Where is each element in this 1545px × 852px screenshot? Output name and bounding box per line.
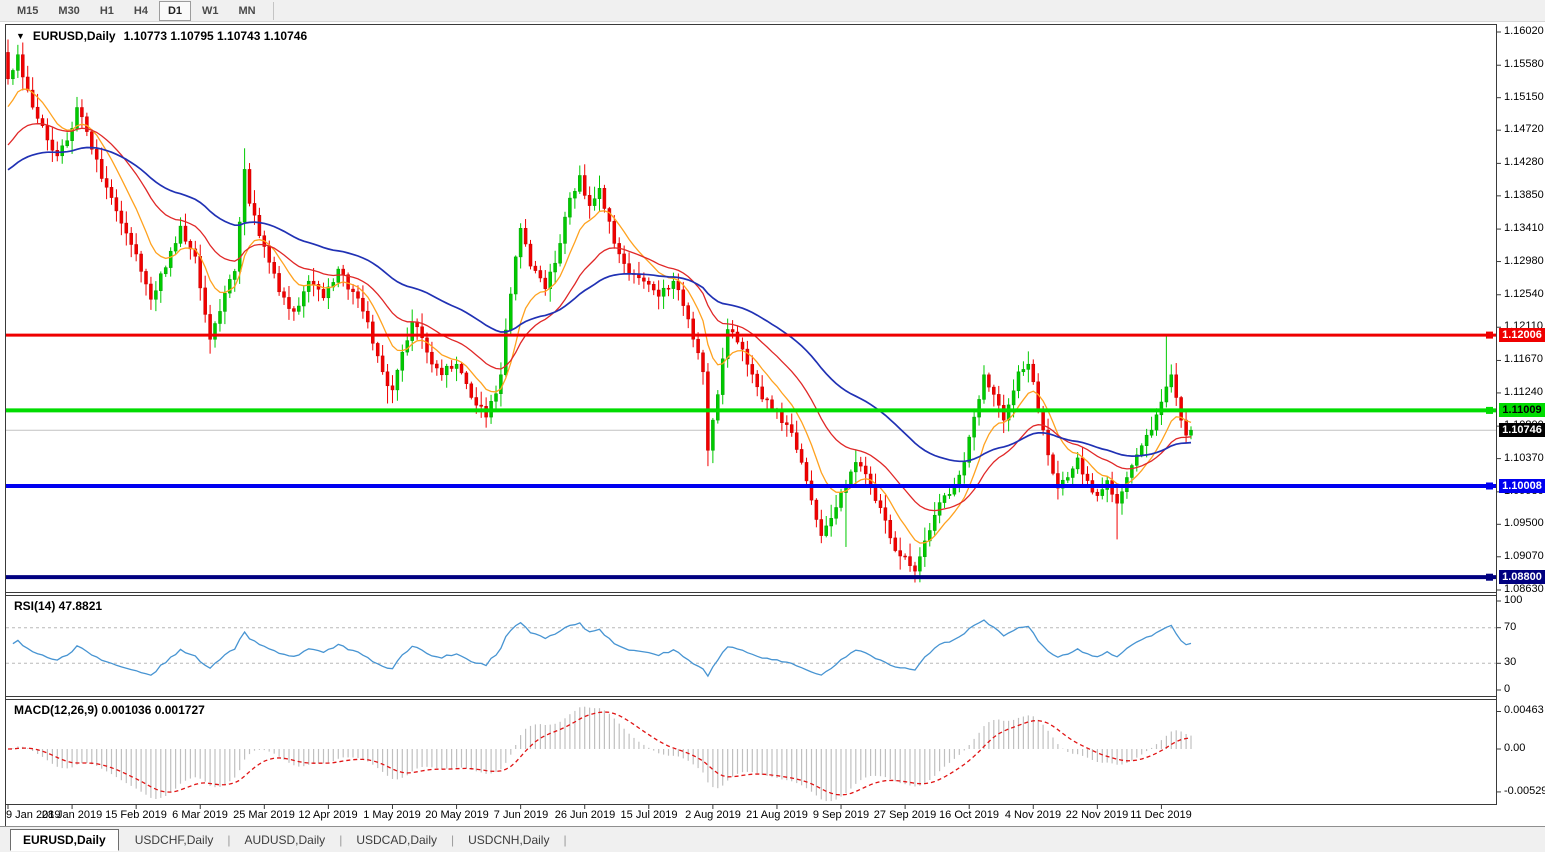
hline-price-badge: 1.08800	[1499, 570, 1545, 584]
macd-tick-label: 0.00	[1504, 742, 1525, 754]
date-axis-label: 26 Jun 2019	[555, 809, 616, 821]
chart-symbol-label: EURUSD,Daily	[33, 29, 116, 43]
timeframe-toolbar: M15M30H1H4D1W1MN	[0, 0, 1545, 22]
price-tick-label: 1.16020	[1504, 25, 1544, 37]
rsi-tick-label: 100	[1504, 594, 1522, 606]
rsi-indicator-label: RSI(14) 47.8821	[14, 599, 102, 613]
timeframe-button-d1[interactable]: D1	[159, 1, 191, 21]
timeframe-button-h1[interactable]: H1	[91, 1, 123, 21]
collapse-chart-icon[interactable]: ▼	[16, 31, 25, 41]
chart-window-border	[6, 25, 1497, 805]
macd-histogram	[8, 707, 1191, 801]
date-axis-label: 25 Mar 2019	[233, 809, 295, 821]
macd-tick-label: -0.005299	[1504, 785, 1545, 797]
price-tick-label: 1.15580	[1504, 58, 1544, 70]
price-tick-label: 1.15150	[1504, 91, 1544, 103]
chart-tab-usdcnh[interactable]: USDCNH,Daily	[456, 830, 561, 850]
chart-tab-usdcad[interactable]: USDCAD,Daily	[344, 830, 449, 850]
date-axis-label: 27 Sep 2019	[874, 809, 936, 821]
price-tick-label: 1.10370	[1504, 452, 1544, 464]
macd-tick-label: 0.00463	[1504, 704, 1544, 716]
candlesticks	[7, 40, 1193, 583]
date-axis-label: 6 Mar 2019	[172, 809, 228, 821]
macd-indicator-label: MACD(12,26,9) 0.001036 0.001727	[14, 703, 205, 717]
hline-resistance-red-handle[interactable]	[1486, 332, 1493, 339]
price-tick-label: 1.09500	[1504, 517, 1544, 529]
rsi-tick-label: 70	[1504, 621, 1516, 633]
price-tick-label: 1.13410	[1504, 222, 1544, 234]
price-tick-label: 1.14280	[1504, 156, 1544, 168]
tab-separator: |	[561, 833, 568, 847]
timeframe-button-m15[interactable]: M15	[8, 1, 47, 21]
price-tick-label: 1.11670	[1504, 353, 1543, 365]
hline-price-badge: 1.10008	[1499, 479, 1545, 493]
price-tick-label: 1.11240	[1504, 386, 1543, 398]
date-axis-label: 2 Aug 2019	[685, 809, 741, 821]
chart-tab-usdchf[interactable]: USDCHF,Daily	[123, 830, 226, 850]
timeframe-button-mn[interactable]: MN	[230, 1, 265, 21]
price-tick-label: 1.12980	[1504, 255, 1544, 267]
hline-support-green-handle[interactable]	[1486, 407, 1493, 414]
tab-separator: |	[337, 833, 344, 847]
price-tick-label: 1.12540	[1504, 288, 1544, 300]
toolbar-separator	[273, 2, 274, 20]
date-axis-label: 28 Jan 2019	[42, 809, 103, 821]
date-axis-label: 15 Feb 2019	[105, 809, 167, 821]
date-axis-label: 12 Apr 2019	[298, 809, 357, 821]
tab-separator: |	[449, 833, 456, 847]
rsi-tick-label: 0	[1504, 683, 1510, 695]
hline-price-badge: 1.12006	[1499, 328, 1545, 342]
chart-title: ▼ EURUSD,Daily 1.10773 1.10795 1.10743 1…	[16, 29, 307, 43]
timeframe-button-w1[interactable]: W1	[193, 1, 228, 21]
chart-ohlc-values: 1.10773 1.10795 1.10743 1.10746	[124, 29, 308, 43]
hline-support-navy-handle[interactable]	[1486, 574, 1493, 581]
date-axis-label: 9 Sep 2019	[813, 809, 869, 821]
timeframe-button-m30[interactable]: M30	[49, 1, 88, 21]
date-axis-label: 16 Oct 2019	[939, 809, 999, 821]
date-axis-label: 4 Nov 2019	[1005, 809, 1061, 821]
current-price-badge: 1.10746	[1499, 423, 1545, 437]
date-axis-label: 11 Dec 2019	[1130, 809, 1192, 821]
date-axis-label: 22 Nov 2019	[1066, 809, 1128, 821]
date-axis-label: 1 May 2019	[363, 809, 420, 821]
hline-support-blue-handle[interactable]	[1486, 483, 1493, 490]
date-axis-label: 15 Jul 2019	[621, 809, 678, 821]
rsi-line	[13, 620, 1191, 676]
date-axis-label: 7 Jun 2019	[494, 809, 548, 821]
price-tick-label: 1.14720	[1504, 123, 1544, 135]
timeframe-button-h4[interactable]: H4	[125, 1, 157, 21]
price-tick-label: 1.09070	[1504, 550, 1544, 562]
ma-fast-line	[8, 89, 1191, 543]
chart-tab-eurusd[interactable]: EURUSD,Daily	[10, 829, 119, 851]
tab-separator: |	[225, 833, 232, 847]
symbol-tab-bar: EURUSD,DailyUSDCHF,Daily|AUDUSD,Daily|US…	[0, 826, 1545, 852]
rsi-tick-label: 30	[1504, 656, 1516, 668]
chart-tab-audusd[interactable]: AUDUSD,Daily	[233, 830, 338, 850]
date-axis-label: 20 May 2019	[425, 809, 489, 821]
price-chart-svg[interactable]	[0, 0, 1545, 852]
price-tick-label: 1.13850	[1504, 189, 1544, 201]
hline-price-badge: 1.11009	[1499, 403, 1545, 417]
date-axis-label: 21 Aug 2019	[746, 809, 808, 821]
